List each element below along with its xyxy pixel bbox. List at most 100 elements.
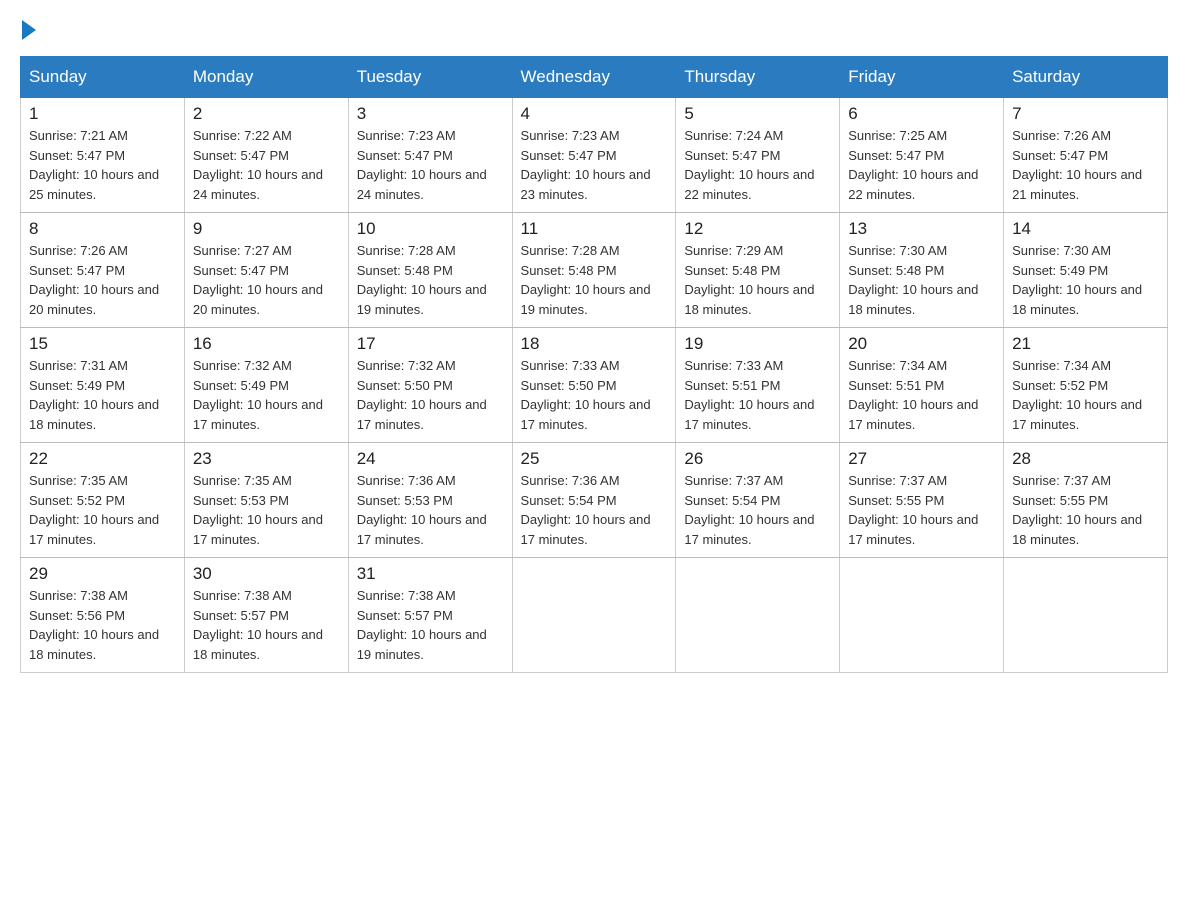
day-info: Sunrise: 7:35 AMSunset: 5:52 PMDaylight:… [29,471,176,549]
day-info: Sunrise: 7:26 AMSunset: 5:47 PMDaylight:… [29,241,176,319]
day-info: Sunrise: 7:28 AMSunset: 5:48 PMDaylight:… [521,241,668,319]
calendar-cell: 30Sunrise: 7:38 AMSunset: 5:57 PMDayligh… [184,558,348,673]
day-number: 16 [193,334,340,354]
day-info: Sunrise: 7:37 AMSunset: 5:54 PMDaylight:… [684,471,831,549]
day-number: 2 [193,104,340,124]
calendar-cell: 10Sunrise: 7:28 AMSunset: 5:48 PMDayligh… [348,213,512,328]
logo-triangle-icon [22,20,36,40]
col-header-wednesday: Wednesday [512,57,676,98]
calendar-cell: 5Sunrise: 7:24 AMSunset: 5:47 PMDaylight… [676,98,840,213]
day-number: 17 [357,334,504,354]
col-header-monday: Monday [184,57,348,98]
day-number: 15 [29,334,176,354]
day-number: 22 [29,449,176,469]
day-info: Sunrise: 7:26 AMSunset: 5:47 PMDaylight:… [1012,126,1159,204]
calendar-cell: 22Sunrise: 7:35 AMSunset: 5:52 PMDayligh… [21,443,185,558]
day-number: 18 [521,334,668,354]
calendar-cell: 21Sunrise: 7:34 AMSunset: 5:52 PMDayligh… [1004,328,1168,443]
calendar-cell: 20Sunrise: 7:34 AMSunset: 5:51 PMDayligh… [840,328,1004,443]
calendar-cell [676,558,840,673]
calendar-cell: 15Sunrise: 7:31 AMSunset: 5:49 PMDayligh… [21,328,185,443]
day-info: Sunrise: 7:37 AMSunset: 5:55 PMDaylight:… [1012,471,1159,549]
calendar-cell: 13Sunrise: 7:30 AMSunset: 5:48 PMDayligh… [840,213,1004,328]
day-info: Sunrise: 7:37 AMSunset: 5:55 PMDaylight:… [848,471,995,549]
calendar-cell [1004,558,1168,673]
calendar-cell: 25Sunrise: 7:36 AMSunset: 5:54 PMDayligh… [512,443,676,558]
calendar-cell: 31Sunrise: 7:38 AMSunset: 5:57 PMDayligh… [348,558,512,673]
calendar-cell: 28Sunrise: 7:37 AMSunset: 5:55 PMDayligh… [1004,443,1168,558]
calendar-cell: 12Sunrise: 7:29 AMSunset: 5:48 PMDayligh… [676,213,840,328]
day-number: 5 [684,104,831,124]
calendar-cell: 2Sunrise: 7:22 AMSunset: 5:47 PMDaylight… [184,98,348,213]
day-info: Sunrise: 7:21 AMSunset: 5:47 PMDaylight:… [29,126,176,204]
day-number: 31 [357,564,504,584]
calendar-cell: 4Sunrise: 7:23 AMSunset: 5:47 PMDaylight… [512,98,676,213]
day-number: 9 [193,219,340,239]
day-info: Sunrise: 7:31 AMSunset: 5:49 PMDaylight:… [29,356,176,434]
calendar-week-row: 29Sunrise: 7:38 AMSunset: 5:56 PMDayligh… [21,558,1168,673]
day-number: 20 [848,334,995,354]
calendar-cell [512,558,676,673]
day-number: 21 [1012,334,1159,354]
calendar-cell: 26Sunrise: 7:37 AMSunset: 5:54 PMDayligh… [676,443,840,558]
day-number: 8 [29,219,176,239]
day-number: 19 [684,334,831,354]
day-number: 24 [357,449,504,469]
day-info: Sunrise: 7:36 AMSunset: 5:54 PMDaylight:… [521,471,668,549]
day-info: Sunrise: 7:29 AMSunset: 5:48 PMDaylight:… [684,241,831,319]
day-info: Sunrise: 7:35 AMSunset: 5:53 PMDaylight:… [193,471,340,549]
day-number: 3 [357,104,504,124]
day-number: 11 [521,219,668,239]
day-number: 25 [521,449,668,469]
calendar-header-row: SundayMondayTuesdayWednesdayThursdayFrid… [21,57,1168,98]
day-number: 27 [848,449,995,469]
logo [20,20,38,40]
col-header-tuesday: Tuesday [348,57,512,98]
calendar-cell: 27Sunrise: 7:37 AMSunset: 5:55 PMDayligh… [840,443,1004,558]
day-number: 30 [193,564,340,584]
day-number: 4 [521,104,668,124]
day-info: Sunrise: 7:24 AMSunset: 5:47 PMDaylight:… [684,126,831,204]
calendar-cell: 11Sunrise: 7:28 AMSunset: 5:48 PMDayligh… [512,213,676,328]
day-number: 26 [684,449,831,469]
day-info: Sunrise: 7:38 AMSunset: 5:57 PMDaylight:… [193,586,340,664]
page-header [20,20,1168,40]
calendar-cell: 24Sunrise: 7:36 AMSunset: 5:53 PMDayligh… [348,443,512,558]
day-info: Sunrise: 7:22 AMSunset: 5:47 PMDaylight:… [193,126,340,204]
calendar-cell: 19Sunrise: 7:33 AMSunset: 5:51 PMDayligh… [676,328,840,443]
calendar-cell: 17Sunrise: 7:32 AMSunset: 5:50 PMDayligh… [348,328,512,443]
day-info: Sunrise: 7:27 AMSunset: 5:47 PMDaylight:… [193,241,340,319]
day-number: 10 [357,219,504,239]
calendar-cell: 23Sunrise: 7:35 AMSunset: 5:53 PMDayligh… [184,443,348,558]
day-number: 1 [29,104,176,124]
calendar-cell: 1Sunrise: 7:21 AMSunset: 5:47 PMDaylight… [21,98,185,213]
day-number: 28 [1012,449,1159,469]
day-number: 14 [1012,219,1159,239]
day-info: Sunrise: 7:36 AMSunset: 5:53 PMDaylight:… [357,471,504,549]
day-info: Sunrise: 7:28 AMSunset: 5:48 PMDaylight:… [357,241,504,319]
day-number: 29 [29,564,176,584]
calendar-cell: 3Sunrise: 7:23 AMSunset: 5:47 PMDaylight… [348,98,512,213]
day-info: Sunrise: 7:32 AMSunset: 5:49 PMDaylight:… [193,356,340,434]
day-info: Sunrise: 7:23 AMSunset: 5:47 PMDaylight:… [521,126,668,204]
calendar-week-row: 8Sunrise: 7:26 AMSunset: 5:47 PMDaylight… [21,213,1168,328]
calendar-cell: 18Sunrise: 7:33 AMSunset: 5:50 PMDayligh… [512,328,676,443]
calendar-cell [840,558,1004,673]
calendar-week-row: 1Sunrise: 7:21 AMSunset: 5:47 PMDaylight… [21,98,1168,213]
day-info: Sunrise: 7:23 AMSunset: 5:47 PMDaylight:… [357,126,504,204]
calendar-cell: 8Sunrise: 7:26 AMSunset: 5:47 PMDaylight… [21,213,185,328]
day-info: Sunrise: 7:34 AMSunset: 5:52 PMDaylight:… [1012,356,1159,434]
day-number: 13 [848,219,995,239]
day-info: Sunrise: 7:38 AMSunset: 5:56 PMDaylight:… [29,586,176,664]
col-header-friday: Friday [840,57,1004,98]
day-number: 12 [684,219,831,239]
calendar-cell: 14Sunrise: 7:30 AMSunset: 5:49 PMDayligh… [1004,213,1168,328]
calendar-cell: 7Sunrise: 7:26 AMSunset: 5:47 PMDaylight… [1004,98,1168,213]
day-info: Sunrise: 7:30 AMSunset: 5:48 PMDaylight:… [848,241,995,319]
col-header-saturday: Saturday [1004,57,1168,98]
calendar-cell: 9Sunrise: 7:27 AMSunset: 5:47 PMDaylight… [184,213,348,328]
day-info: Sunrise: 7:25 AMSunset: 5:47 PMDaylight:… [848,126,995,204]
col-header-thursday: Thursday [676,57,840,98]
day-number: 6 [848,104,995,124]
day-info: Sunrise: 7:38 AMSunset: 5:57 PMDaylight:… [357,586,504,664]
